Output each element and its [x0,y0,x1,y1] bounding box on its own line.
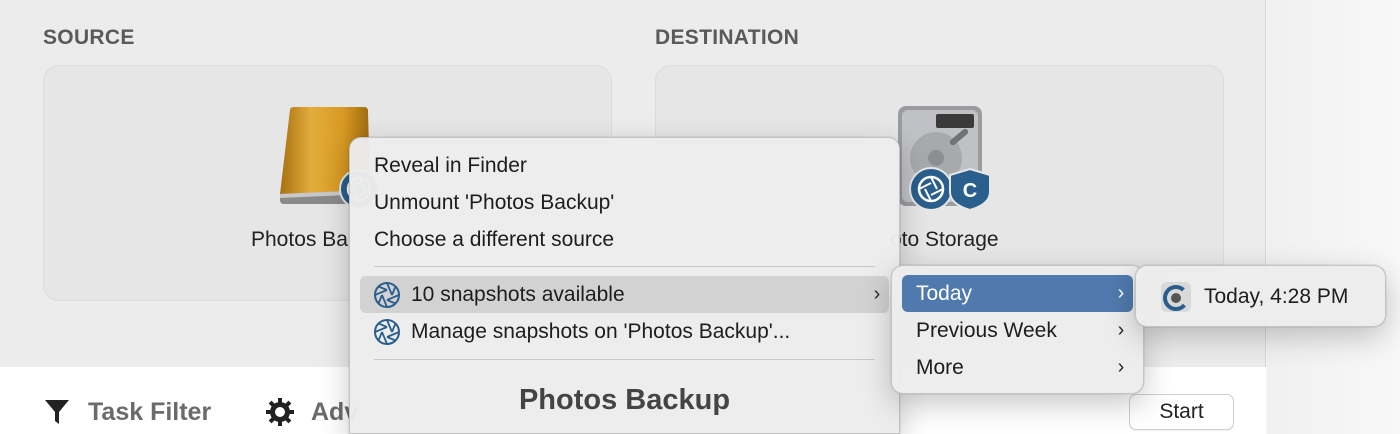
snapshot-aperture-icon [374,318,400,345]
start-button[interactable]: Start [1129,394,1234,430]
menu-item-manage-snapshots[interactable]: Manage snapshots on 'Photos Backup'... [360,313,889,350]
chevron-right-icon: › [1117,282,1125,304]
svg-text:C: C [963,180,977,202]
today-submenu: Today, 4:28 PM [1135,265,1386,327]
task-filter-label: Task Filter [88,397,212,426]
filter-funnel-icon [45,400,69,424]
gear-icon [266,398,294,426]
submenu-item-more[interactable]: More › [902,349,1133,386]
source-context-menu: Reveal in Finder Unmount 'Photos Backup'… [349,137,900,434]
chevron-right-icon: › [1117,356,1125,378]
submenu-item-previous-week[interactable]: Previous Week › [902,312,1133,349]
destination-section-label: DESTINATION [655,26,800,49]
source-volume-name: Photos Ba [251,228,348,251]
task-filter-button[interactable]: Task Filter [42,397,211,427]
destination-badges-icon: C [909,167,991,212]
menu-item-reveal-in-finder[interactable]: Reveal in Finder [360,147,889,184]
menu-volume-title: Photos Backup [518,384,731,416]
destination-volume-name: oto Storage [890,228,999,251]
snapshots-submenu: Today › Previous Week › More › [891,265,1144,394]
menu-item-choose-source[interactable]: Choose a different source [360,221,889,258]
advanced-settings-button[interactable]: Adv [265,397,358,427]
chevron-right-icon: › [1117,319,1125,341]
submenu-chevron-icon: › [873,283,881,305]
submenu-item-today[interactable]: Today › [902,275,1133,312]
source-section-label: SOURCE [43,26,135,49]
snapshot-item-today-428[interactable]: Today, 4:28 PM [1146,278,1375,315]
menu-item-snapshots-available[interactable]: 10 snapshots available › [360,276,889,313]
ccc-snapshot-icon [1161,281,1191,312]
background-area [1267,0,1400,434]
menu-separator [374,266,875,267]
menu-item-unmount[interactable]: Unmount 'Photos Backup' [360,184,889,221]
snapshot-aperture-icon [374,281,400,308]
menu-separator [374,359,875,360]
